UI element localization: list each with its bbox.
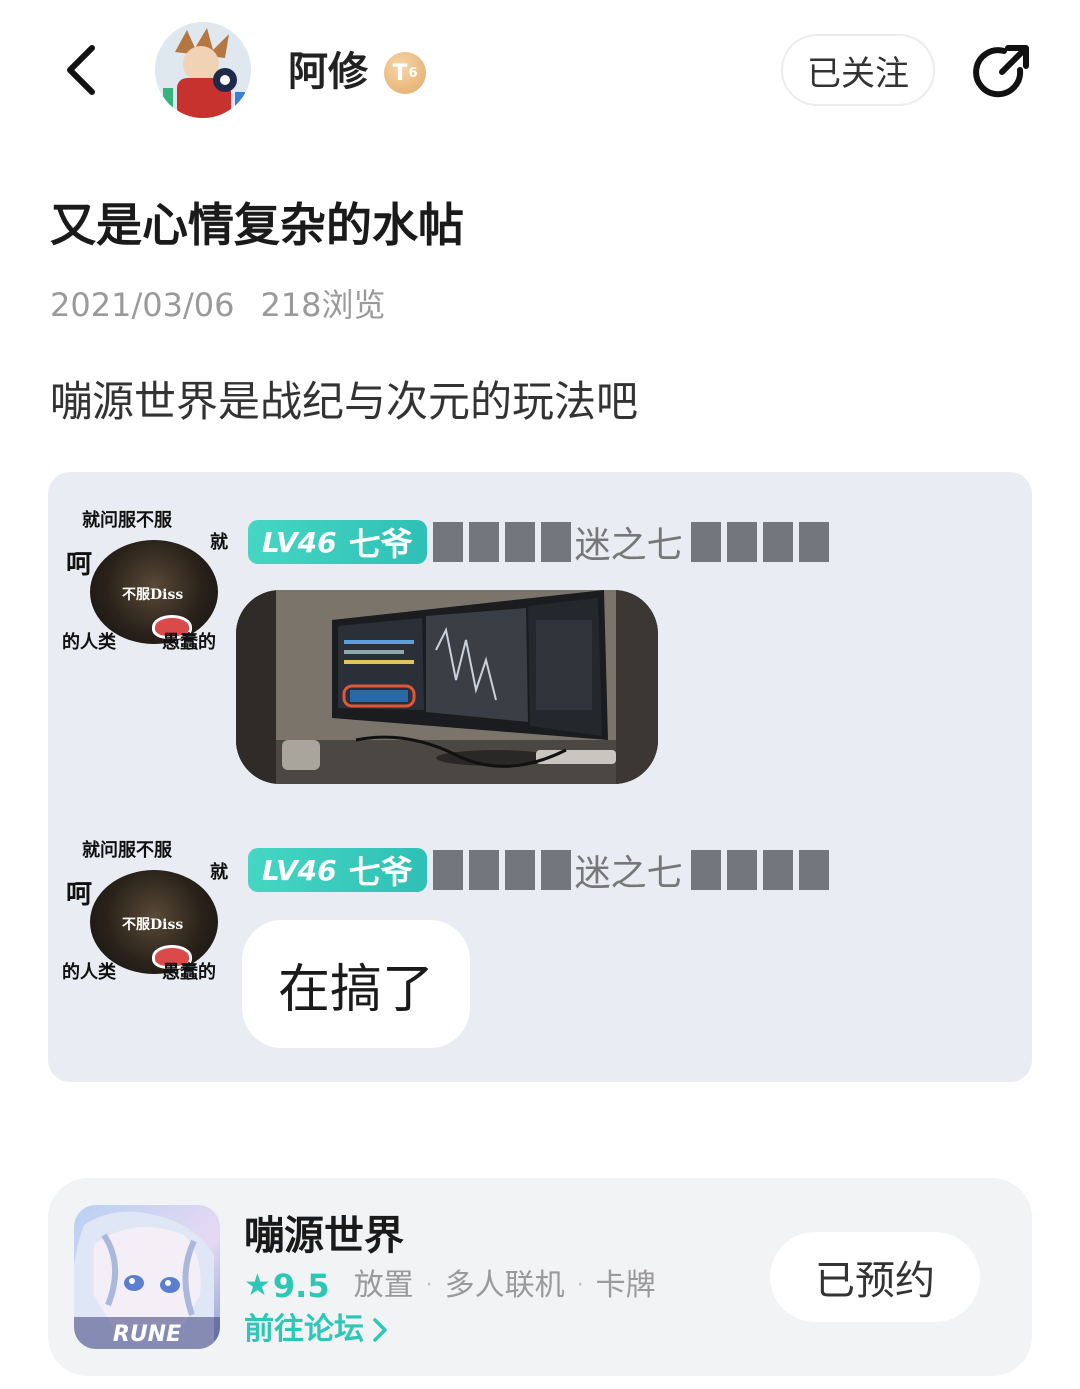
redaction-block	[798, 850, 829, 890]
chat-avatar: 就问服不服 就 呵 不服Diss 的人类 愚蠢的	[60, 500, 228, 660]
meme-caption-bottom-right: 愚蠢的	[162, 632, 216, 653]
redaction-block	[504, 522, 535, 562]
post-image[interactable]: 就问服不服 就 呵 不服Diss 的人类 愚蠢的 LV46 七爷 迷之七 就问服…	[48, 472, 1032, 1082]
forum-link[interactable]: 前往论坛	[244, 1310, 388, 1350]
user-level-badge: T6	[384, 52, 426, 94]
rank-text: 七爷	[348, 853, 413, 891]
game-rating: 9.5	[272, 1267, 330, 1305]
game-tag: 多人联机	[444, 1268, 565, 1303]
game-info-row: ★ 9.5 放置 · 多人联机 · 卡牌	[244, 1266, 656, 1306]
meme-caption-left: 呵	[66, 880, 93, 910]
post-body: 嘣源世界是战纪与次元的玩法吧	[50, 377, 639, 426]
redaction-block	[690, 522, 721, 562]
rank-text: 七爷	[348, 525, 413, 563]
post-views: 218浏览	[260, 286, 386, 324]
follow-button[interactable]: 已关注	[781, 34, 935, 106]
redaction-block	[690, 850, 721, 890]
chat-avatar: 就问服不服 就 呵 不服Diss 的人类 愚蠢的	[60, 830, 228, 990]
nickname-text: 迷之七	[574, 853, 683, 894]
chat-name-row: LV46 七爷 迷之七	[248, 848, 829, 894]
chat-bubble: 在搞了	[242, 920, 470, 1048]
top-bar: 阿修 T6 已关注	[0, 0, 1080, 140]
redaction-block	[762, 850, 793, 890]
meme-caption-right: 就	[210, 862, 228, 883]
redaction-block	[798, 522, 829, 562]
reserve-button[interactable]: 已预约	[770, 1232, 980, 1322]
redaction-block	[540, 522, 571, 562]
redaction-block	[726, 850, 757, 890]
redaction-block	[432, 522, 463, 562]
post-date: 2021/03/06	[50, 286, 235, 324]
level-text: LV46	[262, 525, 337, 559]
chevron-right-icon	[373, 1318, 387, 1342]
share-button[interactable]	[966, 38, 1036, 108]
meme-caption-bottom-left: 的人类	[62, 632, 116, 653]
meme-caption-top: 就问服不服	[82, 510, 172, 531]
meme-caption-right: 就	[210, 532, 228, 553]
redaction-block	[432, 850, 463, 890]
separator-dot: ·	[425, 1273, 433, 1298]
meme-caption-top: 就问服不服	[82, 840, 172, 861]
meme-caption-mid: 不服Diss	[122, 917, 184, 933]
level-tag: LV46 七爷	[248, 848, 427, 892]
post-meta: 2021/03/06 218浏览	[50, 284, 386, 326]
back-button[interactable]	[52, 40, 108, 100]
level-badge-letter: T	[392, 60, 408, 86]
post-title: 又是心情复杂的水帖	[50, 198, 464, 252]
level-badge-number: 6	[408, 65, 418, 81]
redaction-block	[540, 850, 571, 890]
meme-caption-bottom-right: 愚蠢的	[162, 962, 216, 983]
game-card[interactable]: RUNE 嘣源世界 ★ 9.5 放置 · 多人联机 · 卡牌 前往论坛 已预约	[48, 1178, 1032, 1376]
redaction-block	[504, 850, 535, 890]
author-name[interactable]: 阿修	[288, 46, 368, 98]
meme-caption-bottom-left: 的人类	[62, 962, 116, 983]
star-icon: ★	[244, 1268, 271, 1303]
meme-caption-mid: 不服Diss	[122, 587, 184, 603]
nickname-text: 迷之七	[574, 525, 683, 566]
meme-caption-left: 呵	[66, 550, 93, 580]
level-text: LV46	[262, 853, 337, 887]
separator-dot: ·	[576, 1273, 584, 1298]
chat-name-row: LV46 七爷 迷之七	[248, 520, 829, 566]
level-tag: LV46 七爷	[248, 520, 427, 564]
game-tag: 放置	[353, 1268, 414, 1303]
redaction-block	[468, 522, 499, 562]
redaction-block	[726, 522, 757, 562]
author-avatar[interactable]	[155, 22, 251, 118]
game-tag: 卡牌	[595, 1268, 656, 1303]
share-icon	[973, 45, 1029, 98]
chat-photo[interactable]	[236, 590, 658, 784]
game-icon-logo: RUNE	[113, 1322, 181, 1347]
redaction-block	[762, 522, 793, 562]
chevron-left-icon	[67, 45, 95, 95]
game-icon[interactable]: RUNE	[74, 1205, 220, 1349]
forum-link-label: 前往论坛	[244, 1312, 364, 1347]
redaction-block	[468, 850, 499, 890]
game-name[interactable]: 嘣源世界	[244, 1212, 404, 1260]
